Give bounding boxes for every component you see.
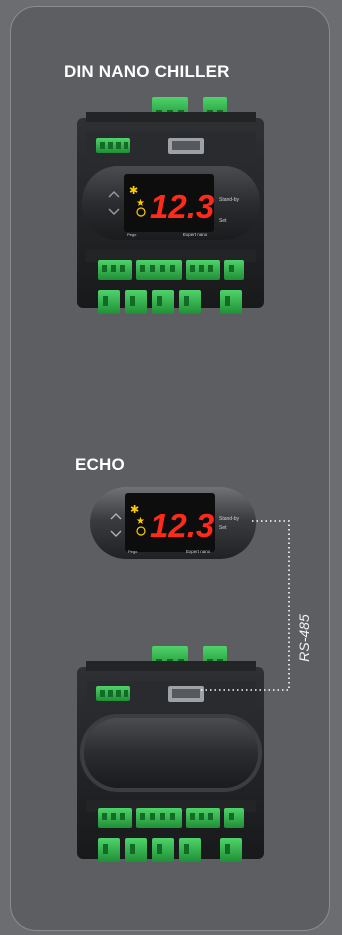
standby-button-label: Stand-by (219, 197, 240, 203)
echo-set-label: Set (219, 525, 227, 531)
base-controller-device (77, 646, 264, 862)
din-nano-chiller-device: ✱ ★ 12.3 Stand-by Set Pego Expert nano (77, 97, 264, 314)
echo-model-label: Expert nano (186, 549, 211, 554)
devices-illustration: ✱ ★ 12.3 Stand-by Set Pego Expert nano ✱… (77, 97, 290, 862)
svg-text:★: ★ (136, 516, 145, 527)
brand-label: Pego (127, 232, 137, 237)
rs485-label: RS-485 (296, 614, 312, 662)
model-label: Expert nano (183, 232, 208, 237)
svg-text:★: ★ (136, 198, 145, 209)
echo-display-value: 12.3 (150, 507, 214, 544)
echo-standby-label: Stand-by (219, 516, 240, 522)
svg-text:✱: ✱ (130, 504, 139, 516)
set-button-label: Set (219, 218, 227, 224)
display-value: 12.3 (150, 188, 214, 225)
echo-brand-label: Pego (128, 549, 138, 554)
svg-text:✱: ✱ (129, 185, 138, 197)
echo-device: ✱ ★ 12.3 Stand-by Set Pego Expert nano (90, 487, 256, 559)
